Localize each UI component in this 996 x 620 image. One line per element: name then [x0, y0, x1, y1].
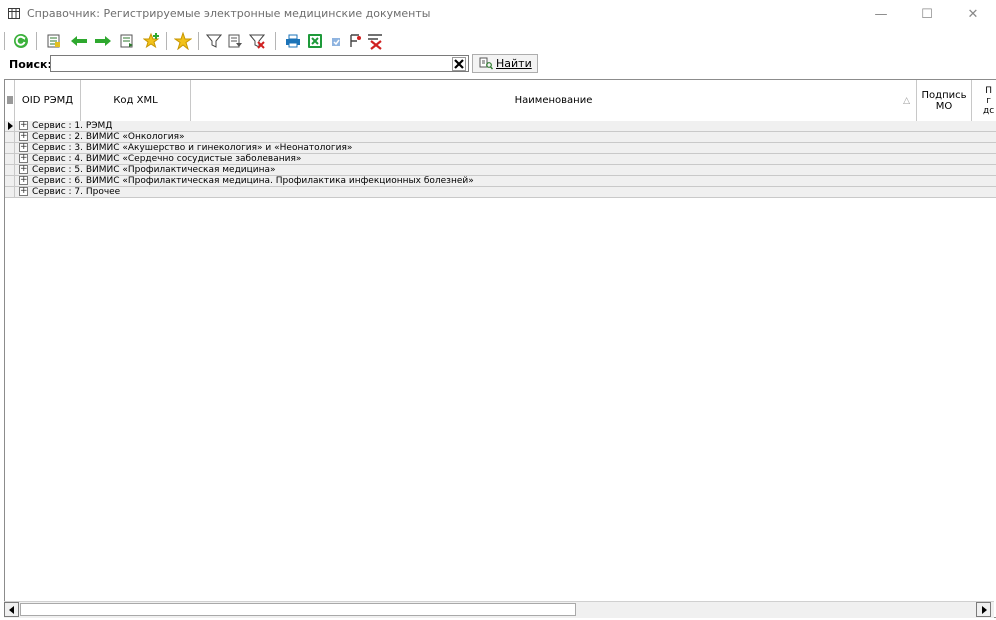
- row-indicator: [5, 165, 15, 175]
- delete-marks-button[interactable]: [366, 32, 384, 50]
- toolbar-separator: [275, 32, 276, 50]
- scroll-thumb[interactable]: [20, 603, 576, 616]
- table-icon: [8, 8, 20, 19]
- column-code-header[interactable]: Код XML: [81, 80, 191, 121]
- column-code-label: Код XML: [113, 95, 158, 106]
- arrow-right-icon: [95, 36, 111, 46]
- arrow-left-icon: [9, 606, 14, 614]
- sort-filter-button[interactable]: [346, 32, 364, 50]
- arrow-right-icon: [982, 606, 987, 614]
- row-indicator: [5, 121, 15, 131]
- expand-icon[interactable]: +: [19, 154, 28, 163]
- expand-icon[interactable]: +: [19, 121, 28, 130]
- column-name-label: Наименование: [514, 95, 593, 106]
- mark-icon: [332, 38, 340, 46]
- print-button[interactable]: [284, 32, 302, 50]
- grid-header: OID РЭМД Код XML Наименование △ Подпись …: [5, 80, 996, 122]
- row-indicator: [5, 176, 15, 186]
- search-label: Поиск:: [9, 58, 52, 71]
- arrow-left-icon: [71, 36, 87, 46]
- star-icon: [174, 32, 192, 50]
- expand-icon[interactable]: +: [19, 176, 28, 185]
- maximize-icon: ☐: [921, 6, 933, 22]
- toolbar-separator: [198, 32, 199, 50]
- minimize-icon: —: [874, 6, 888, 22]
- column-chooser-button[interactable]: [5, 80, 15, 121]
- favorites-button[interactable]: [174, 32, 192, 50]
- refresh-icon: [14, 34, 28, 48]
- filter-button[interactable]: [205, 32, 223, 50]
- expand-icon[interactable]: +: [19, 165, 28, 174]
- find-button[interactable]: Найти: [472, 54, 538, 73]
- expand-icon[interactable]: +: [19, 187, 28, 196]
- toolbar-separator: [36, 32, 37, 50]
- refresh-button[interactable]: [12, 32, 30, 50]
- toolbar-separator: [166, 32, 167, 50]
- close-button[interactable]: ✕: [950, 0, 996, 28]
- export-excel-button[interactable]: [306, 32, 324, 50]
- add-favorite-button[interactable]: [143, 32, 161, 50]
- row-indicator: [5, 132, 15, 142]
- clear-search-icon[interactable]: [452, 57, 466, 71]
- print-icon: [286, 34, 300, 48]
- search-input[interactable]: [50, 55, 469, 72]
- title-bar: Справочник: Регистрируемые электронные м…: [0, 0, 996, 28]
- filter-edit-icon: [228, 34, 242, 48]
- sort-ascending-icon: △: [903, 96, 910, 106]
- current-row-arrow-icon: [8, 122, 13, 130]
- column-partial-label: П г дс: [983, 85, 995, 116]
- column-chooser-icon: [6, 96, 13, 104]
- forward-button[interactable]: [94, 32, 112, 50]
- column-sign-header[interactable]: Подпись МО: [917, 80, 972, 121]
- expand-icon[interactable]: +: [19, 132, 28, 141]
- group-row[interactable]: + Сервис : 6. ВИМИС «Профилактическая ме…: [5, 176, 996, 187]
- back-button[interactable]: [70, 32, 88, 50]
- copy-record-icon: [120, 34, 133, 48]
- row-indicator: [5, 187, 15, 197]
- scroll-right-button[interactable]: [976, 602, 991, 617]
- find-icon: [479, 57, 493, 70]
- filter-clear-button[interactable]: [248, 32, 266, 50]
- row-indicator: [5, 154, 15, 164]
- row-indicator: [5, 143, 15, 153]
- horizontal-scrollbar[interactable]: [4, 601, 994, 618]
- column-name-header[interactable]: Наименование △: [191, 80, 917, 121]
- close-icon: ✕: [967, 6, 979, 22]
- delete-marks-icon: [368, 34, 382, 50]
- scroll-left-button[interactable]: [4, 602, 19, 617]
- export-excel-icon: [308, 34, 322, 48]
- column-oid-label: OID РЭМД: [21, 95, 74, 106]
- edit-record-icon: [47, 34, 60, 48]
- window-title: Справочник: Регистрируемые электронные м…: [27, 7, 431, 20]
- toolbar: [0, 28, 996, 54]
- mark-button[interactable]: [327, 32, 345, 50]
- group-row[interactable]: + Сервис : 7. Прочее: [5, 187, 996, 198]
- edit-record-button[interactable]: [45, 32, 63, 50]
- filter-icon: [206, 34, 222, 48]
- filter-clear-icon: [249, 34, 265, 49]
- star-add-icon: [143, 32, 160, 49]
- minimize-button[interactable]: —: [858, 0, 904, 28]
- search-bar: Поиск: Найти: [0, 54, 996, 76]
- copy-record-button[interactable]: [118, 32, 136, 50]
- maximize-button[interactable]: ☐: [904, 0, 950, 28]
- column-sign-label: Подпись МО: [921, 89, 967, 112]
- column-oid-header[interactable]: OID РЭМД: [15, 80, 81, 121]
- expand-icon[interactable]: +: [19, 143, 28, 152]
- toolbar-separator: [4, 32, 5, 50]
- column-partial-header[interactable]: П г дс: [972, 80, 996, 121]
- group-row-label: Сервис : 7. Прочее: [32, 187, 121, 197]
- documents-grid: OID РЭМД Код XML Наименование △ Подпись …: [4, 79, 996, 618]
- find-button-label: Найти: [496, 57, 532, 70]
- filter-edit-button[interactable]: [226, 32, 244, 50]
- sort-filter-icon: [350, 34, 361, 47]
